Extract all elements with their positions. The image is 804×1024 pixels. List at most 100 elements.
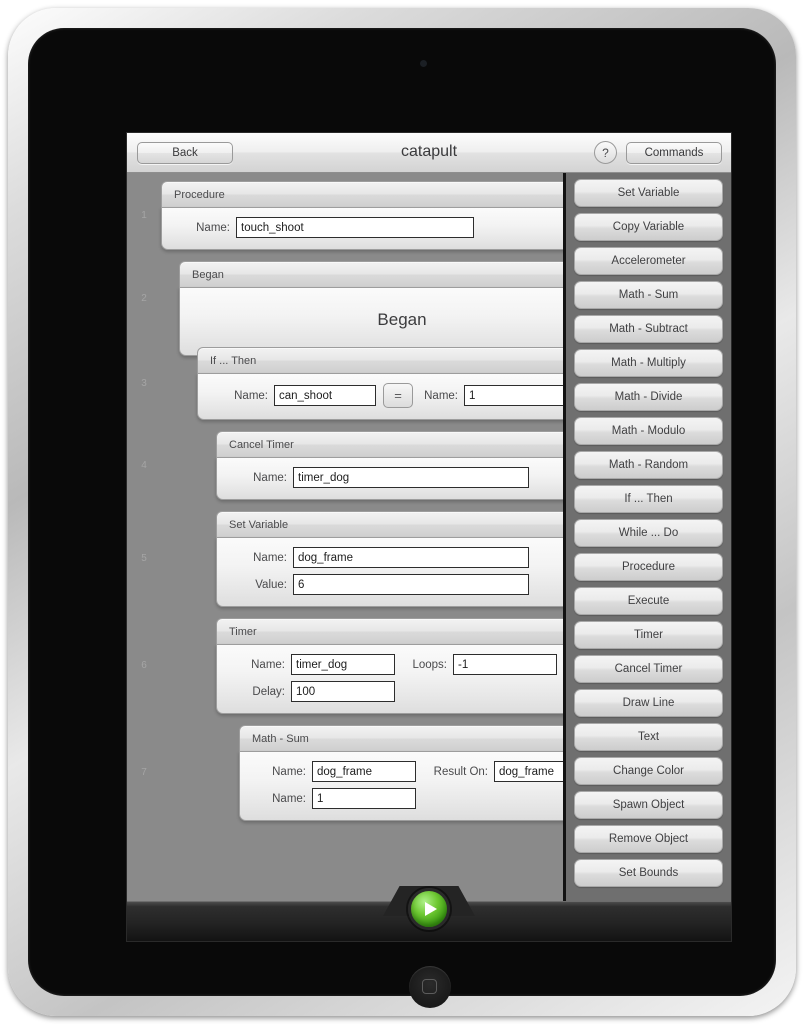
field-row: Name: timer_dog <box>227 467 565 488</box>
script-block-header[interactable]: Set Variable <box>216 511 565 537</box>
script-block[interactable]: Math - Sum Name: dog_frame Result On: dog_fr… <box>239 725 565 821</box>
palette-item[interactable]: Cancel Timer <box>574 655 723 683</box>
app-screen: Back catapult ? Commands 1 2 3 4 5 6 7 Procedu… <box>126 132 732 942</box>
field-label: Name: <box>253 551 287 564</box>
ipad-bezel: Back catapult ? Commands 1 2 3 4 5 6 7 Procedu… <box>28 28 776 1008</box>
palette-item[interactable]: Math - Modulo <box>574 417 723 445</box>
palette-item[interactable]: Math - Random <box>574 451 723 479</box>
script-block-body: Began <box>179 287 565 356</box>
script-block[interactable]: Timer Name: timer_dog Loops: -1 Delay: 100 <box>216 618 565 714</box>
script-block[interactable]: Cancel Timer Name: timer_dog <box>216 431 565 500</box>
palette-item[interactable]: Accelerometer <box>574 247 723 275</box>
script-block-title: Procedure <box>174 188 225 201</box>
field-label: Delay: <box>252 685 285 698</box>
text-input-field[interactable]: timer_dog <box>293 467 529 488</box>
ipad-device-frame: Back catapult ? Commands 1 2 3 4 5 6 7 Procedu… <box>8 8 796 1016</box>
palette-item[interactable]: Change Color <box>574 757 723 785</box>
script-block-header[interactable]: Began <box>179 261 565 287</box>
field-label: Loops: <box>412 658 447 671</box>
text-input-field[interactable]: 1 <box>464 385 565 406</box>
script-block-title: Set Variable <box>229 518 289 531</box>
field-label: Result On: <box>433 765 488 778</box>
palette-item[interactable]: Math - Multiply <box>574 349 723 377</box>
commands-button[interactable]: Commands <box>626 142 722 164</box>
command-palette-panel[interactable]: Set Variable Copy Variable Accelerometer Ma… <box>563 173 731 901</box>
field-row: Name: touch_shoot <box>172 217 565 238</box>
field-row: Name: dog_frame Result On: dog_frame <box>250 761 565 782</box>
palette-item[interactable]: Set Bounds <box>574 859 723 887</box>
help-icon[interactable]: ? <box>594 141 617 164</box>
play-button[interactable] <box>408 888 450 930</box>
script-block-header[interactable]: Timer <box>216 618 565 644</box>
field-label: Name: <box>424 389 458 402</box>
palette-item[interactable]: Draw Line <box>574 689 723 717</box>
palette-item[interactable]: Math - Sum <box>574 281 723 309</box>
script-block-body: Name: timer_dog <box>216 457 565 500</box>
script-canvas[interactable]: 1234567 Procedure Name: touch_shoot Began Be… <box>127 173 565 901</box>
step-number: 2 <box>141 292 147 304</box>
script-block[interactable]: If ... Then Name: can_shoot = Name: 1 <box>197 347 565 420</box>
field-row: Name: can_shoot = Name: 1 <box>208 383 565 408</box>
bottom-toolbar <box>127 886 731 941</box>
script-block[interactable]: Began Began <box>179 261 565 356</box>
script-block-header[interactable]: Procedure <box>161 181 565 207</box>
text-input-field[interactable]: dog_frame <box>312 761 416 782</box>
field-label: Name: <box>272 765 306 778</box>
home-button[interactable] <box>409 966 451 1008</box>
front-camera-icon <box>420 60 427 67</box>
script-block-header[interactable]: Cancel Timer <box>216 431 565 457</box>
text-input-field[interactable]: -1 <box>453 654 557 675</box>
top-toolbar: Back catapult ? Commands <box>127 133 731 173</box>
palette-item[interactable]: If ... Then <box>574 485 723 513</box>
field-row: Name: dog_frame <box>227 547 565 568</box>
palette-item[interactable]: Copy Variable <box>574 213 723 241</box>
palette-item[interactable]: Remove Object <box>574 825 723 853</box>
script-block[interactable]: Procedure Name: touch_shoot <box>161 181 565 250</box>
palette-item[interactable]: Math - Divide <box>574 383 723 411</box>
palette-item[interactable]: Set Variable <box>574 179 723 207</box>
script-block-header[interactable]: Math - Sum <box>239 725 565 751</box>
script-block-body: Name: dog_frame Result On: dog_frame Name: 1 <box>239 751 565 821</box>
palette-item[interactable]: Procedure <box>574 553 723 581</box>
field-label: Name: <box>196 221 230 234</box>
field-label: Name: <box>251 658 285 671</box>
script-block[interactable]: Set Variable Name: dog_frame Value: 6 <box>216 511 565 607</box>
text-input-field[interactable]: dog_frame <box>494 761 565 782</box>
text-input-field[interactable]: dog_frame <box>293 547 529 568</box>
palette-item[interactable]: Text <box>574 723 723 751</box>
field-label: Value: <box>255 578 287 591</box>
field-row: Value: 6 <box>227 574 565 595</box>
command-palette-list: Set Variable Copy Variable Accelerometer Ma… <box>566 179 731 893</box>
field-row: Delay: 100 <box>227 681 565 702</box>
script-block-title: Cancel Timer <box>229 438 294 451</box>
palette-item[interactable]: Math - Subtract <box>574 315 723 343</box>
script-block-body: Name: can_shoot = Name: 1 <box>197 373 565 420</box>
text-input-field[interactable]: 1 <box>312 788 416 809</box>
event-block-label: Began <box>377 310 427 329</box>
step-number-gutter: 1 2 3 4 5 6 7 <box>127 173 161 901</box>
operator-button[interactable]: = <box>383 383 413 408</box>
script-block-title: Math - Sum <box>252 732 309 745</box>
palette-item[interactable]: Spawn Object <box>574 791 723 819</box>
step-number: 6 <box>141 660 147 671</box>
step-number: 4 <box>141 459 147 471</box>
text-input-field[interactable]: can_shoot <box>274 385 376 406</box>
field-label: Name: <box>272 792 306 805</box>
text-input-field[interactable]: 100 <box>291 681 395 702</box>
script-block-body: Name: touch_shoot <box>161 207 565 250</box>
script-block-title: Timer <box>229 625 257 638</box>
script-block-header[interactable]: If ... Then <box>197 347 565 373</box>
text-input-field[interactable]: timer_dog <box>291 654 395 675</box>
step-number: 5 <box>141 553 147 564</box>
script-block-title: Began <box>192 268 224 281</box>
palette-item[interactable]: While ... Do <box>574 519 723 547</box>
step-number: 7 <box>141 767 147 778</box>
field-row: Name: 1 <box>250 788 565 809</box>
text-input-field[interactable]: 6 <box>293 574 529 595</box>
home-square-icon <box>422 979 437 994</box>
play-triangle-icon <box>424 902 437 916</box>
text-input-field[interactable]: touch_shoot <box>236 217 474 238</box>
step-number: 1 <box>141 209 147 221</box>
palette-item[interactable]: Timer <box>574 621 723 649</box>
palette-item[interactable]: Execute <box>574 587 723 615</box>
